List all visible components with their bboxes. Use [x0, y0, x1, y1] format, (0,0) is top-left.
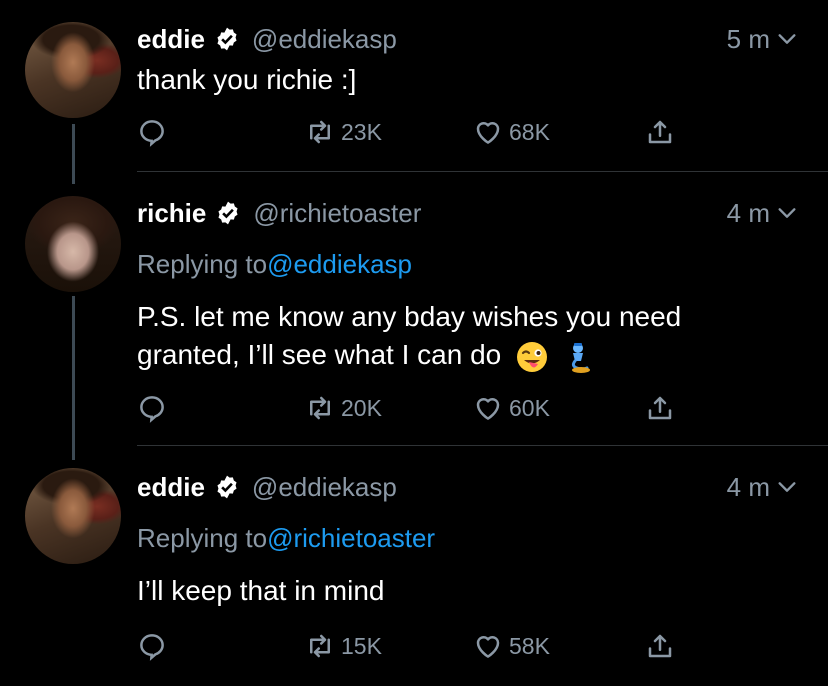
handle[interactable]: @eddiekasp	[252, 24, 397, 55]
winking-face-with-tongue-emoji	[517, 341, 547, 372]
avatar[interactable]	[25, 196, 121, 292]
chevron-down-icon[interactable]	[776, 476, 798, 498]
tweet-text: P.S. let me know any bday wishes you nee…	[137, 298, 807, 374]
retweet-count: 23K	[341, 118, 382, 145]
like-button[interactable]: 60K	[473, 388, 550, 428]
action-bar: 15K 58K	[137, 626, 697, 666]
tweet-text: I’ll keep that in mind	[137, 575, 385, 606]
timestamp: 5 m	[727, 19, 798, 59]
verified-badge-icon	[217, 475, 237, 499]
share-icon	[648, 396, 672, 420]
time-label: 4 m	[726, 197, 770, 228]
action-bar: 23K 68K	[137, 112, 697, 152]
avatar[interactable]	[25, 468, 121, 564]
tweet-text-line: P.S. let me know any bday wishes you nee…	[137, 301, 682, 332]
time-label: 4 m	[726, 471, 770, 502]
retweet-button[interactable]: 23K	[305, 112, 382, 152]
mention-link[interactable]: @richietoaster	[267, 523, 435, 553]
retweet-icon	[310, 396, 330, 420]
genie-emoji	[571, 342, 590, 373]
share-button[interactable]	[645, 112, 675, 152]
replying-label: Replying to	[137, 523, 268, 553]
display-name[interactable]: eddie	[137, 472, 205, 503]
retweet-icon	[310, 120, 330, 144]
reply-icon	[140, 634, 164, 661]
handle[interactable]: @eddiekasp	[252, 472, 397, 503]
replying-to: Replying to@richietoaster	[137, 523, 435, 554]
handle[interactable]: @richietoaster	[253, 198, 421, 229]
timestamp: 4 m	[727, 193, 798, 233]
tweet-header: eddie @eddiekasp	[137, 467, 397, 507]
share-button[interactable]	[645, 388, 675, 428]
chevron-down-icon[interactable]	[776, 202, 798, 224]
chevron-down-icon[interactable]	[776, 28, 798, 50]
tweet[interactable]: eddie @eddiekasp 4 m Replying to@richiet…	[0, 446, 828, 686]
reply-button[interactable]	[137, 112, 167, 152]
mention-link[interactable]: @eddiekasp	[267, 249, 412, 279]
tweet[interactable]: richie @richietoaster 4 m Replying to@ed…	[0, 172, 828, 445]
replying-to: Replying to@eddiekasp	[137, 249, 412, 280]
retweet-icon	[310, 634, 330, 658]
tweet-text-line-2: granted, I’ll see what I can do	[137, 336, 807, 374]
display-name[interactable]: eddie	[137, 24, 205, 55]
tweet-header: eddie @eddiekasp	[137, 19, 397, 59]
like-count: 60K	[509, 394, 550, 421]
heart-icon	[476, 636, 500, 658]
verified-badge-icon	[218, 201, 238, 225]
share-icon	[648, 634, 672, 658]
tweet-text-line: granted, I’ll see what I can do	[137, 339, 502, 370]
tweet-text: thank you richie :]	[137, 64, 357, 95]
verified-badge-icon	[217, 27, 237, 51]
display-name[interactable]: richie	[137, 198, 206, 229]
retweet-count: 15K	[341, 632, 382, 659]
tweet-header: richie @richietoaster	[137, 193, 421, 233]
like-count: 68K	[509, 118, 550, 145]
retweet-button[interactable]: 20K	[305, 388, 382, 428]
reply-button[interactable]	[137, 626, 167, 666]
like-button[interactable]: 68K	[473, 112, 550, 152]
avatar[interactable]	[25, 22, 121, 118]
retweet-count: 20K	[341, 394, 382, 421]
replying-label: Replying to	[137, 249, 268, 279]
retweet-button[interactable]: 15K	[305, 626, 382, 666]
timestamp: 4 m	[727, 467, 798, 507]
time-label: 5 m	[726, 23, 770, 54]
share-icon	[648, 120, 672, 144]
reply-icon	[140, 120, 164, 147]
tweet[interactable]: eddie @eddiekasp 5 m thank you richie :]…	[0, 0, 828, 171]
reply-button[interactable]	[137, 388, 167, 428]
like-count: 58K	[509, 632, 550, 659]
heart-icon	[476, 398, 500, 420]
heart-icon	[476, 122, 500, 144]
action-bar: 20K 60K	[137, 388, 697, 428]
like-button[interactable]: 58K	[473, 626, 550, 666]
reply-icon	[140, 396, 164, 423]
share-button[interactable]	[645, 626, 675, 666]
